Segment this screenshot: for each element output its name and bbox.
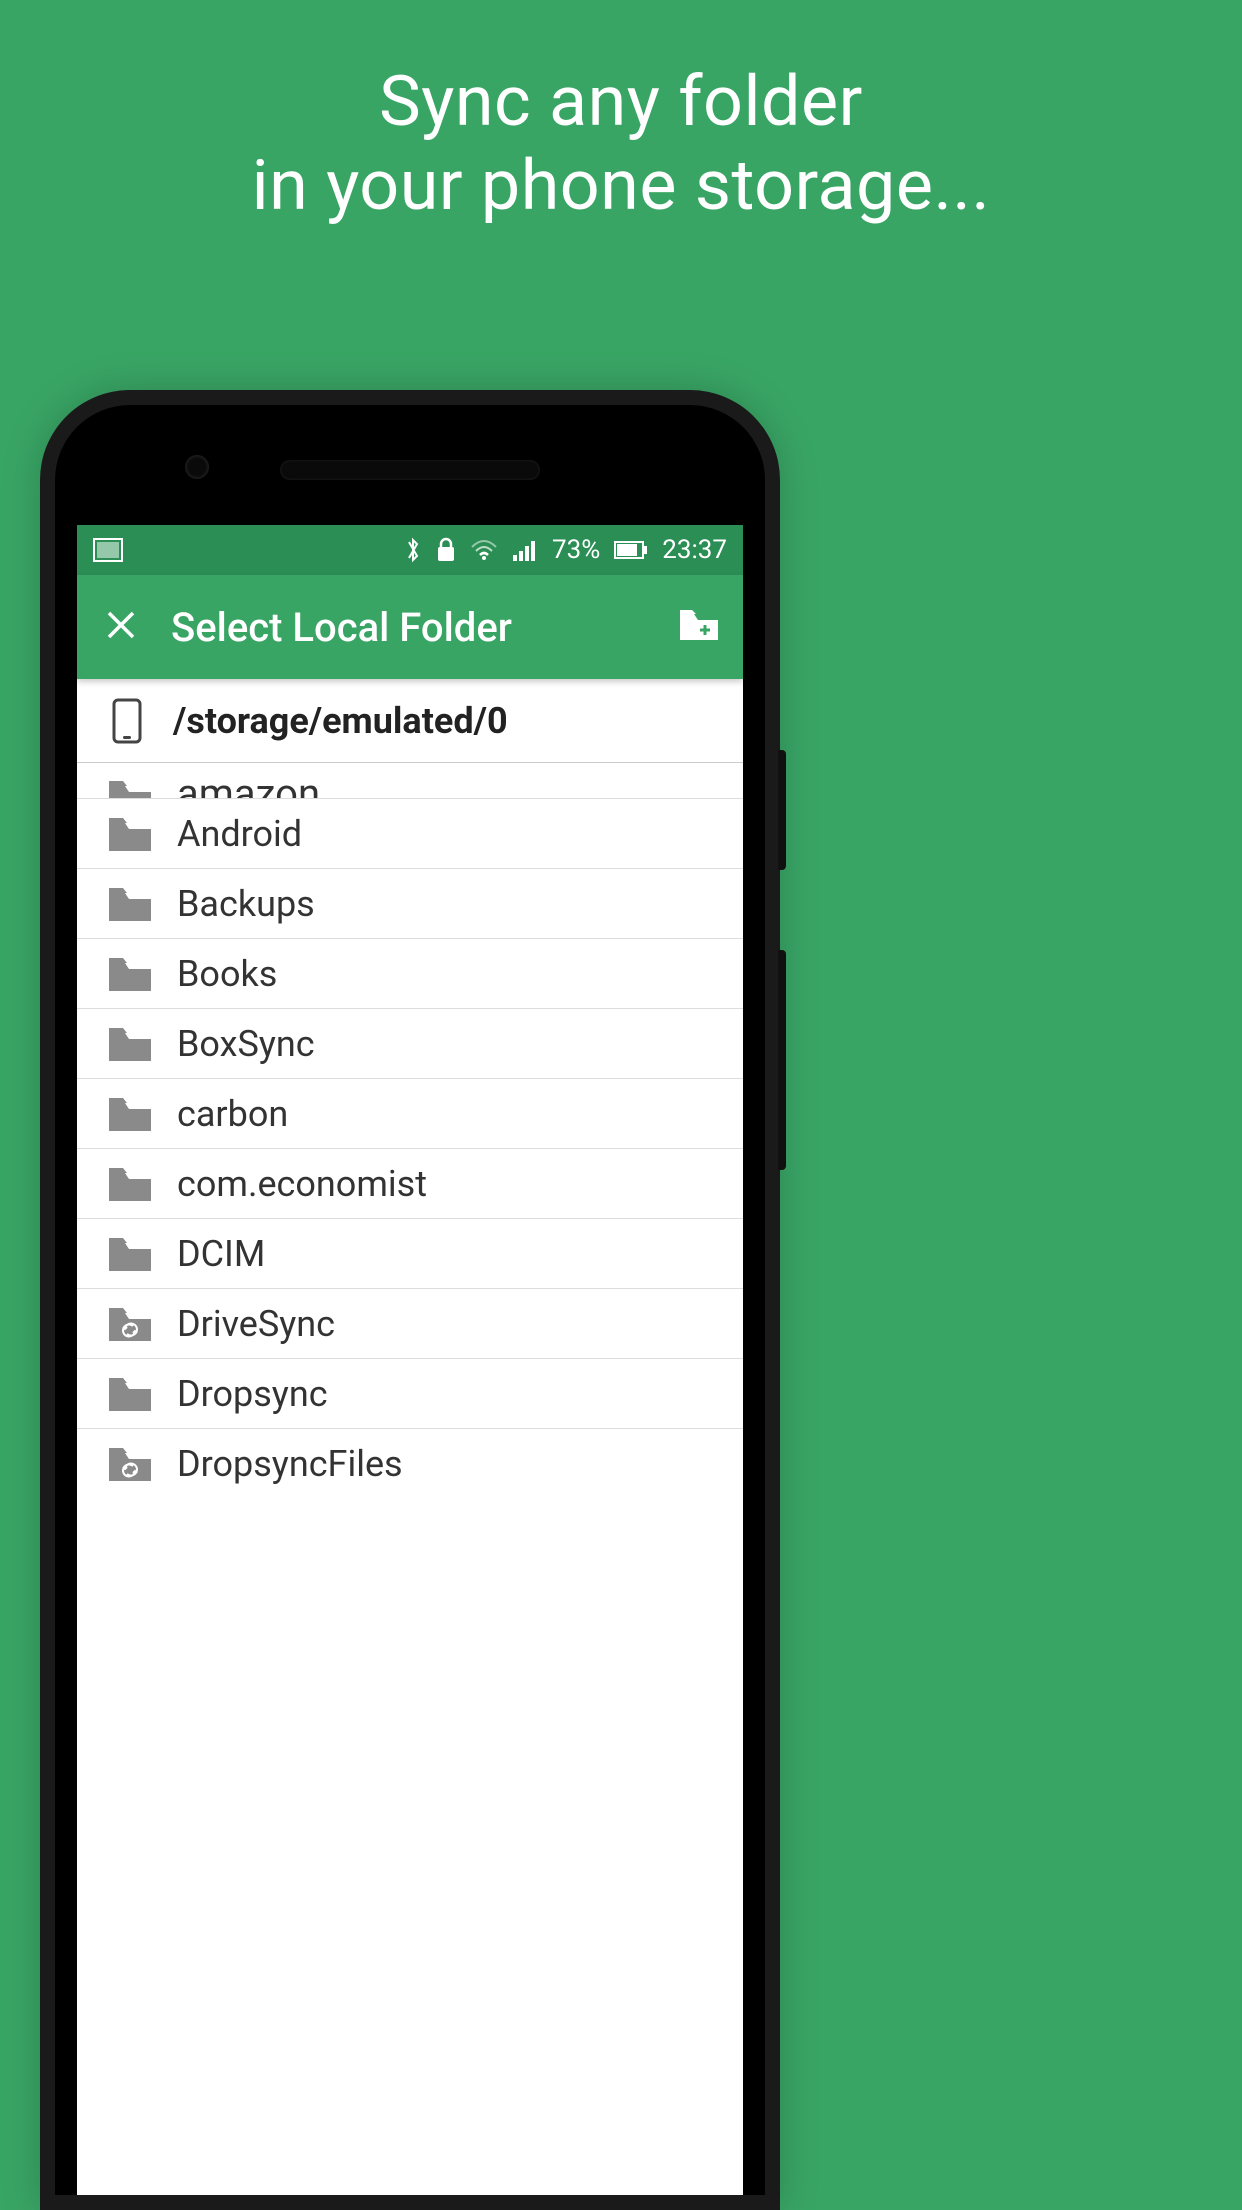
wifi-icon bbox=[470, 539, 498, 561]
folder-name: carbon bbox=[177, 1093, 288, 1135]
folder-name: DCIM bbox=[177, 1233, 265, 1275]
folder-name: Android bbox=[177, 813, 302, 855]
app-bar: Select Local Folder bbox=[77, 575, 743, 679]
status-bar: 73% 23:37 bbox=[77, 525, 743, 575]
signal-icon bbox=[512, 539, 538, 561]
folder-name: DropsyncFiles bbox=[177, 1443, 403, 1485]
folder-row[interactable]: carbon bbox=[77, 1079, 743, 1149]
folder-icon bbox=[107, 815, 153, 853]
battery-icon bbox=[614, 540, 648, 560]
folder-row[interactable]: DriveSync bbox=[77, 1289, 743, 1359]
folder-name: Backups bbox=[177, 883, 315, 925]
folder-icon bbox=[107, 885, 153, 923]
folder-name: Books bbox=[177, 953, 277, 995]
close-button[interactable] bbox=[97, 603, 145, 651]
phone-mockup: 73% 23:37 Select Local Folder bbox=[40, 390, 780, 2210]
folder-list[interactable]: amazon Android Backups Books BoxSync carbon co… bbox=[77, 763, 743, 1499]
folder-row[interactable]: amazon bbox=[77, 763, 743, 799]
phone-speaker bbox=[280, 460, 540, 480]
folder-name: BoxSync bbox=[177, 1023, 315, 1065]
folder-row[interactable]: Dropsync bbox=[77, 1359, 743, 1429]
folder-icon bbox=[107, 955, 153, 993]
folder-icon bbox=[107, 1165, 153, 1203]
close-icon bbox=[105, 609, 137, 645]
folder-row[interactable]: DCIM bbox=[77, 1219, 743, 1289]
lock-icon bbox=[436, 537, 456, 563]
folder-row[interactable]: BoxSync bbox=[77, 1009, 743, 1079]
app-bar-title: Select Local Folder bbox=[171, 604, 675, 651]
folder-row[interactable]: Backups bbox=[77, 869, 743, 939]
battery-percent: 73% bbox=[552, 535, 600, 565]
phone-screen: 73% 23:37 Select Local Folder bbox=[77, 525, 743, 2195]
path-bar[interactable]: /storage/emulated/0 bbox=[77, 679, 743, 763]
folder-row[interactable]: Books bbox=[77, 939, 743, 1009]
folder-icon bbox=[107, 1025, 153, 1063]
new-folder-icon bbox=[678, 608, 720, 646]
phone-side-button bbox=[778, 950, 786, 1170]
folder-icon bbox=[107, 1235, 153, 1273]
headline-line2: in your phone storage... bbox=[0, 144, 1242, 228]
folder-icon bbox=[107, 1095, 153, 1133]
folder-name: DriveSync bbox=[177, 1303, 335, 1345]
current-path: /storage/emulated/0 bbox=[173, 700, 508, 742]
device-icon bbox=[107, 698, 147, 744]
folder-row[interactable]: DropsyncFiles bbox=[77, 1429, 743, 1499]
screenshot-icon bbox=[93, 538, 123, 562]
phone-camera bbox=[185, 455, 209, 479]
folder-row[interactable]: Android bbox=[77, 799, 743, 869]
phone-side-button bbox=[778, 750, 786, 870]
bluetooth-icon bbox=[404, 536, 422, 564]
folder-name: com.economist bbox=[177, 1163, 427, 1205]
folder-icon bbox=[107, 778, 153, 798]
new-folder-button[interactable] bbox=[675, 603, 723, 651]
folder-sync-icon bbox=[107, 1445, 153, 1483]
folder-sync-icon bbox=[107, 1305, 153, 1343]
folder-row[interactable]: com.economist bbox=[77, 1149, 743, 1219]
status-time: 23:37 bbox=[662, 535, 727, 565]
promo-headline: Sync any folder in your phone storage... bbox=[0, 0, 1242, 228]
folder-name: amazon bbox=[177, 774, 320, 799]
folder-icon bbox=[107, 1375, 153, 1413]
headline-line1: Sync any folder bbox=[0, 60, 1242, 144]
folder-name: Dropsync bbox=[177, 1373, 328, 1415]
